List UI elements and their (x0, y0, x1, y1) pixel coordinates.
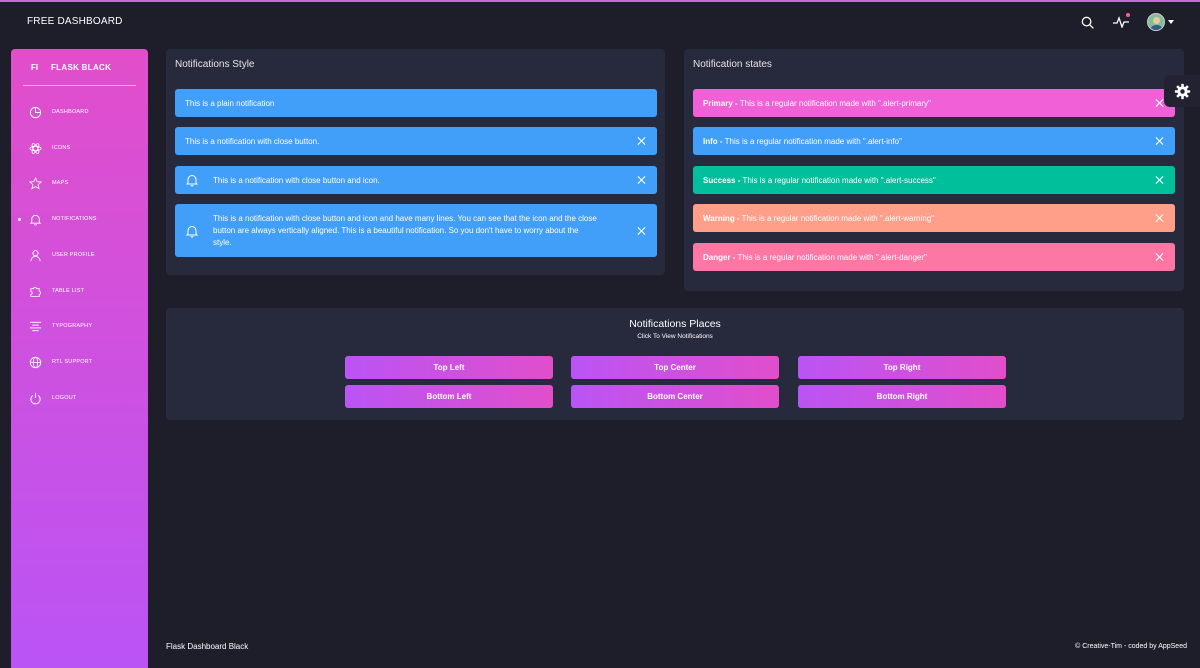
gear-icon (1174, 83, 1190, 99)
sidebar-item-label: RTL SUPPORT (52, 359, 93, 365)
chevron-down-icon (1167, 20, 1174, 24)
sidebar-item-user-profile[interactable]: USER PROFILE (11, 243, 148, 267)
sidebar-logo-title[interactable]: FLASK BLACK (51, 63, 111, 72)
sidebar-item-rtl-support[interactable]: RTL SUPPORT (11, 350, 148, 374)
notification-label: Info - (703, 136, 723, 146)
top-navbar: FREE DASHBOARD (0, 2, 1200, 42)
chart-pie-icon (28, 105, 42, 119)
close-icon[interactable] (637, 226, 646, 235)
notifications-style-card: Notifications Style This is a plain noti… (166, 49, 665, 275)
danger-notification: Danger - This is a regular notification … (693, 243, 1175, 271)
pin-icon (28, 176, 42, 190)
bell-icon (185, 225, 199, 237)
sidebar-item-dashboard[interactable]: DASHBOARD (11, 100, 148, 124)
sidebar-item-label: NOTIFICATIONS (52, 216, 97, 222)
puzzle-icon (28, 284, 42, 298)
bottom-left-button[interactable]: Bottom Left (345, 385, 553, 408)
notification-text: This is a notification with close button… (213, 213, 597, 247)
notification-text: Primary - This is a regular notification… (703, 99, 931, 108)
footer-appseed-link[interactable]: AppSeed (1158, 643, 1187, 650)
user-menu-button[interactable] (1145, 10, 1175, 34)
bell-icon (185, 175, 199, 187)
notification-label: Primary - (703, 98, 738, 108)
card-title: Notifications Style (175, 59, 255, 70)
atom-icon (28, 141, 42, 155)
top-center-button[interactable]: Top Center (571, 356, 779, 379)
notification-with-close: This is a notification with close button… (175, 127, 657, 155)
close-icon[interactable] (1155, 176, 1164, 185)
world-icon (28, 355, 42, 369)
top-left-button[interactable]: Top Left (345, 356, 553, 379)
pulse-icon (1113, 16, 1129, 28)
sidebar-item-icons[interactable]: ICONS (11, 136, 148, 160)
bottom-center-button[interactable]: Bottom Center (571, 385, 779, 408)
notification-message: This is a regular notification made with… (737, 98, 931, 108)
close-icon[interactable] (1155, 214, 1164, 223)
notification-text: This is a plain notification (185, 98, 275, 108)
notification-label: Warning - (703, 213, 740, 223)
notification-with-icon: This is a notification with close button… (175, 166, 657, 194)
notification-message: This is a regular notification made with… (739, 213, 935, 223)
multiline-notification: This is a notification with close button… (175, 204, 657, 257)
settings-button[interactable] (1164, 75, 1200, 107)
align-center-icon (28, 319, 42, 333)
bell-icon (28, 212, 42, 226)
sidebar-item-notifications[interactable]: NOTIFICATIONS (11, 207, 148, 231)
top-right-button[interactable]: Top Right (798, 356, 1006, 379)
power-icon (28, 391, 42, 405)
sidebar-item-label: DASHBOARD (52, 109, 89, 115)
sidebar-item-logout[interactable]: LOGOUT (11, 386, 148, 410)
notification-message: This is a regular notification made with… (722, 136, 902, 146)
success-notification: Success - This is a regular notification… (693, 166, 1175, 194)
sidebar-item-typography[interactable]: TYPOGRAPHY (11, 314, 148, 338)
notification-label: Danger - (703, 252, 736, 262)
close-icon[interactable] (637, 137, 646, 146)
close-icon[interactable] (1155, 99, 1164, 108)
plain-notification: This is a plain notification (175, 89, 657, 117)
notification-text: Danger - This is a regular notification … (703, 253, 927, 262)
info-notification: Info - This is a regular notification ma… (693, 127, 1175, 155)
sidebar-item-label: LOGOUT (52, 395, 77, 401)
search-icon (1081, 16, 1094, 29)
avatar (1146, 13, 1165, 31)
sidebar-item-label: MAPS (52, 180, 69, 186)
close-icon[interactable] (1155, 137, 1164, 146)
notification-states-card: Notification states Primary - This is a … (684, 49, 1184, 291)
notification-text: This is a notification with close button… (213, 175, 380, 185)
sidebar-item-label: TYPOGRAPHY (52, 323, 93, 329)
sidebar-item-table-list[interactable]: TABLE LIST (11, 279, 148, 303)
notification-text: Info - This is a regular notification ma… (703, 137, 902, 146)
navbar-brand[interactable]: FREE DASHBOARD (27, 16, 123, 27)
active-indicator (18, 217, 21, 221)
primary-notification: Primary - This is a regular notification… (693, 89, 1175, 117)
notifications-places-card: Notifications Places Click To View Notif… (166, 308, 1184, 420)
sidebar-item-label: USER PROFILE (52, 252, 95, 258)
notification-text: Success - This is a regular notification… (703, 176, 936, 185)
card-title: Notifications Places (629, 318, 721, 330)
footer-credits-text: © Creative-Tim - coded by (1075, 643, 1159, 650)
user-icon (28, 248, 42, 262)
warning-notification: Warning - This is a regular notification… (693, 204, 1175, 232)
sidebar-divider (23, 85, 136, 86)
search-button[interactable] (1078, 10, 1096, 34)
notification-message: This is a regular notification made with… (740, 175, 936, 185)
close-icon[interactable] (637, 176, 646, 185)
notifications-button[interactable] (1110, 10, 1132, 34)
footer-title: Flask Dashboard Black (166, 642, 249, 651)
footer-credits: © Creative-Tim - coded by AppSeed (1075, 643, 1187, 650)
notification-label: Success - (703, 175, 741, 185)
sidebar-logo-mini[interactable]: FI (31, 63, 38, 72)
sidebar-item-label: ICONS (52, 145, 71, 151)
close-icon[interactable] (1155, 253, 1164, 262)
notification-message: This is a regular notification made with… (735, 252, 927, 262)
sidebar: FI FLASK BLACK DASHBOARD ICONS MAPS NOTI… (11, 49, 148, 668)
sidebar-item-maps[interactable]: MAPS (11, 171, 148, 195)
notification-text: Warning - This is a regular notification… (703, 214, 934, 223)
sidebar-item-label: TABLE LIST (52, 288, 85, 294)
card-title: Notification states (693, 59, 772, 70)
card-subtitle: Click To View Notifications (637, 333, 713, 340)
bottom-right-button[interactable]: Bottom Right (798, 385, 1006, 408)
notification-dot (1126, 13, 1130, 17)
notification-text: This is a notification with close button… (185, 136, 320, 146)
